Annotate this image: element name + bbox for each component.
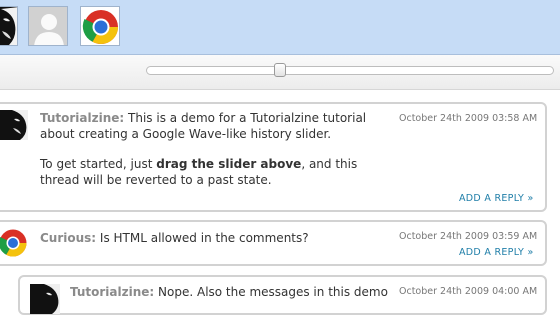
add-reply-link[interactable]: ADD A REPLY » [459, 193, 534, 204]
comment-date: October 24th 2009 03:59 AM [399, 231, 538, 242]
comment-author: Tutorialzine: [40, 111, 125, 125]
comment-paragraph: To get started, just drag the slider abo… [40, 157, 395, 188]
comment-text: To get started, just [40, 157, 157, 171]
comment-text: Nope. Also the messages in this demo [154, 285, 388, 299]
history-slider-track[interactable] [146, 66, 554, 75]
participants-bar [0, 0, 560, 55]
comment-date: October 24th 2009 04:00 AM [399, 286, 538, 297]
comment-text-bold: drag the slider above [156, 157, 302, 171]
comment-author: Curious: [40, 231, 97, 245]
comment-paragraph: Curious: Is HTML allowed in the comments… [40, 231, 395, 247]
comment-body: Curious: Is HTML allowed in the comments… [40, 231, 395, 247]
comment-paragraph: Tutorialzine: Nope. Also the messages in… [70, 285, 390, 301]
comment-avatar-chrome [0, 228, 28, 258]
comment-body: Tutorialzine: This is a demo for a Tutor… [40, 111, 395, 188]
comment-date: October 24th 2009 03:58 AM [399, 113, 538, 124]
comment-author: Tutorialzine: [70, 285, 155, 299]
add-reply-link[interactable]: ADD A REPLY » [459, 247, 534, 258]
comment-text: Is HTML allowed in the comments? [96, 231, 309, 245]
comment-paragraph: Tutorialzine: This is a demo for a Tutor… [40, 111, 395, 142]
avatar-tutorialzine [0, 6, 18, 46]
comment-avatar-tutorialzine [30, 284, 60, 314]
avatar-default-user [28, 6, 68, 46]
history-slider-handle[interactable] [273, 63, 286, 77]
avatar-chrome [80, 6, 120, 46]
comment-body: Tutorialzine: Nope. Also the messages in… [70, 285, 390, 301]
comment-avatar-tutorialzine [0, 110, 28, 140]
